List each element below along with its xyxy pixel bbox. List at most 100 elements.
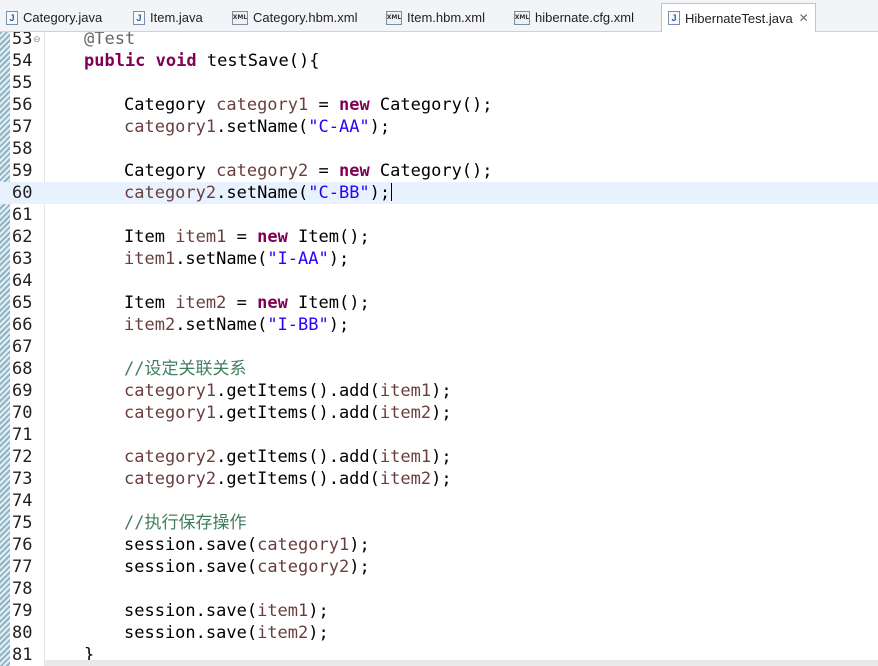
string-literal: "C-BB" <box>308 183 370 203</box>
code-line: 76 session.save(category1); <box>0 534 878 556</box>
code-token: Item(); <box>287 227 370 247</box>
code-token: session <box>124 557 196 577</box>
code-token: Item(); <box>287 293 370 313</box>
tab-category-java[interactable]: J Category.java <box>6 4 102 31</box>
code-text: item1.setName("I-AA"); <box>124 248 349 270</box>
variable: category2 <box>257 557 350 577</box>
line-number: 72 <box>12 447 33 467</box>
keyword: new <box>338 95 370 115</box>
code-text: session.save(category1); <box>124 534 370 556</box>
variable: item1 <box>124 249 176 269</box>
code-token: ); <box>431 403 452 423</box>
code-token: .save( <box>195 601 258 621</box>
line-number: 79 <box>12 601 33 621</box>
line-number: 61 <box>12 205 33 225</box>
code-token: ); <box>369 117 391 137</box>
code-token: ); <box>431 381 452 401</box>
code-line: 69 category1.getItems().add(item1); <box>0 380 878 402</box>
code-line: 75 //执行保存操作 <box>0 512 878 534</box>
code-text: session.save(item2); <box>124 622 329 644</box>
code-token: ); <box>328 315 350 335</box>
line-number: 63 <box>12 249 33 269</box>
code-line: 53 ⊖ @Test <box>0 32 878 50</box>
close-icon[interactable]: ✕ <box>799 11 809 25</box>
code-line: 65 Item item2 = new Item(); <box>0 292 878 314</box>
line-number: 59 <box>12 161 33 181</box>
line-number: 56 <box>12 95 33 115</box>
line-number: 68 <box>12 359 33 379</box>
xml-file-icon: XML <box>386 10 402 25</box>
code-token: .getItems().add( <box>216 381 380 401</box>
variable: item2 <box>175 293 227 313</box>
variable: item1 <box>379 447 432 467</box>
line-number: 57 <box>12 117 33 137</box>
code-token: .getItems().add( <box>216 469 380 489</box>
line-number: 60 <box>12 183 33 203</box>
code-token: = <box>226 293 258 313</box>
line-number: 76 <box>12 535 33 555</box>
code-line: 63 item1.setName("I-AA"); <box>0 248 878 270</box>
keyword: public <box>84 51 146 71</box>
tab-item-java[interactable]: J Item.java <box>133 4 203 31</box>
tab-item-hbm-xml[interactable]: XML Item.hbm.xml <box>386 4 485 31</box>
line-number: 65 <box>12 293 33 313</box>
variable: item1 <box>257 601 309 621</box>
code-token: Category(); <box>369 95 493 115</box>
line-number: 71 <box>12 425 33 445</box>
variable: item2 <box>257 623 309 643</box>
string-literal: "I-BB" <box>267 315 329 335</box>
line-number: 78 <box>12 579 33 599</box>
code-line: 74 <box>0 490 878 512</box>
variable: category2 <box>124 447 217 467</box>
code-token: Item <box>124 293 176 313</box>
code-line: 77 session.save(category2); <box>0 556 878 578</box>
tab-category-hbm-xml[interactable]: XML Category.hbm.xml <box>232 4 358 31</box>
code-token: .setName( <box>216 117 309 137</box>
comment: //设定关联关系 <box>124 359 247 379</box>
code-editor[interactable]: 53 ⊖ @Test 54 public void testSave(){ 55… <box>0 32 878 666</box>
code-token: = <box>308 161 339 181</box>
code-text: category1.getItems().add(item2); <box>124 402 452 424</box>
tab-label: Item.java <box>150 10 203 25</box>
tab-label: Category.hbm.xml <box>253 10 358 25</box>
fold-collapse-icon[interactable]: ⊖ <box>33 34 41 45</box>
tab-label: hibernate.cfg.xml <box>535 10 634 25</box>
code-token: Category <box>124 161 217 181</box>
line-number: 74 <box>12 491 33 511</box>
variable: item1 <box>175 227 227 247</box>
line-number: 77 <box>12 557 33 577</box>
comment: //执行保存操作 <box>124 513 247 533</box>
code-line: 79 session.save(item1); <box>0 600 878 622</box>
code-token: .setName( <box>175 315 268 335</box>
horizontal-scrollbar[interactable] <box>45 660 878 666</box>
annotation: @Test <box>84 32 136 49</box>
code-token: .save( <box>195 535 258 555</box>
line-number: 73 <box>12 469 33 489</box>
variable: item2 <box>379 469 432 489</box>
line-number: 64 <box>12 271 33 291</box>
code-text: session.save(category2); <box>124 556 370 578</box>
code-token: .getItems().add( <box>216 403 380 423</box>
code-line: 80 session.save(item2); <box>0 622 878 644</box>
code-text: category2.getItems().add(item1); <box>124 446 452 468</box>
xml-file-icon: XML <box>232 10 248 25</box>
tab-label: Item.hbm.xml <box>407 10 486 25</box>
code-token: ); <box>328 249 350 269</box>
code-token: Category(); <box>369 161 493 181</box>
tab-label: Category.java <box>23 10 103 25</box>
code-token: testSave(){ <box>196 51 320 71</box>
code-line: 67 <box>0 336 878 358</box>
variable: category1 <box>257 535 350 555</box>
tab-hibernatetest-java[interactable]: J HibernateTest.java ✕ <box>661 3 816 32</box>
line-number: 69 <box>12 381 33 401</box>
code-line: 71 <box>0 424 878 446</box>
line-number: 62 <box>12 227 33 247</box>
code-token: .getItems().add( <box>216 447 380 467</box>
code-token: Item <box>124 227 176 247</box>
variable: item2 <box>124 315 176 335</box>
tab-hibernate-cfg-xml[interactable]: XML hibernate.cfg.xml <box>514 4 634 31</box>
code-token: .setName( <box>216 183 309 203</box>
code-token: .save( <box>195 623 258 643</box>
string-literal: "I-AA" <box>267 249 329 269</box>
code-line: 68 //设定关联关系 <box>0 358 878 380</box>
